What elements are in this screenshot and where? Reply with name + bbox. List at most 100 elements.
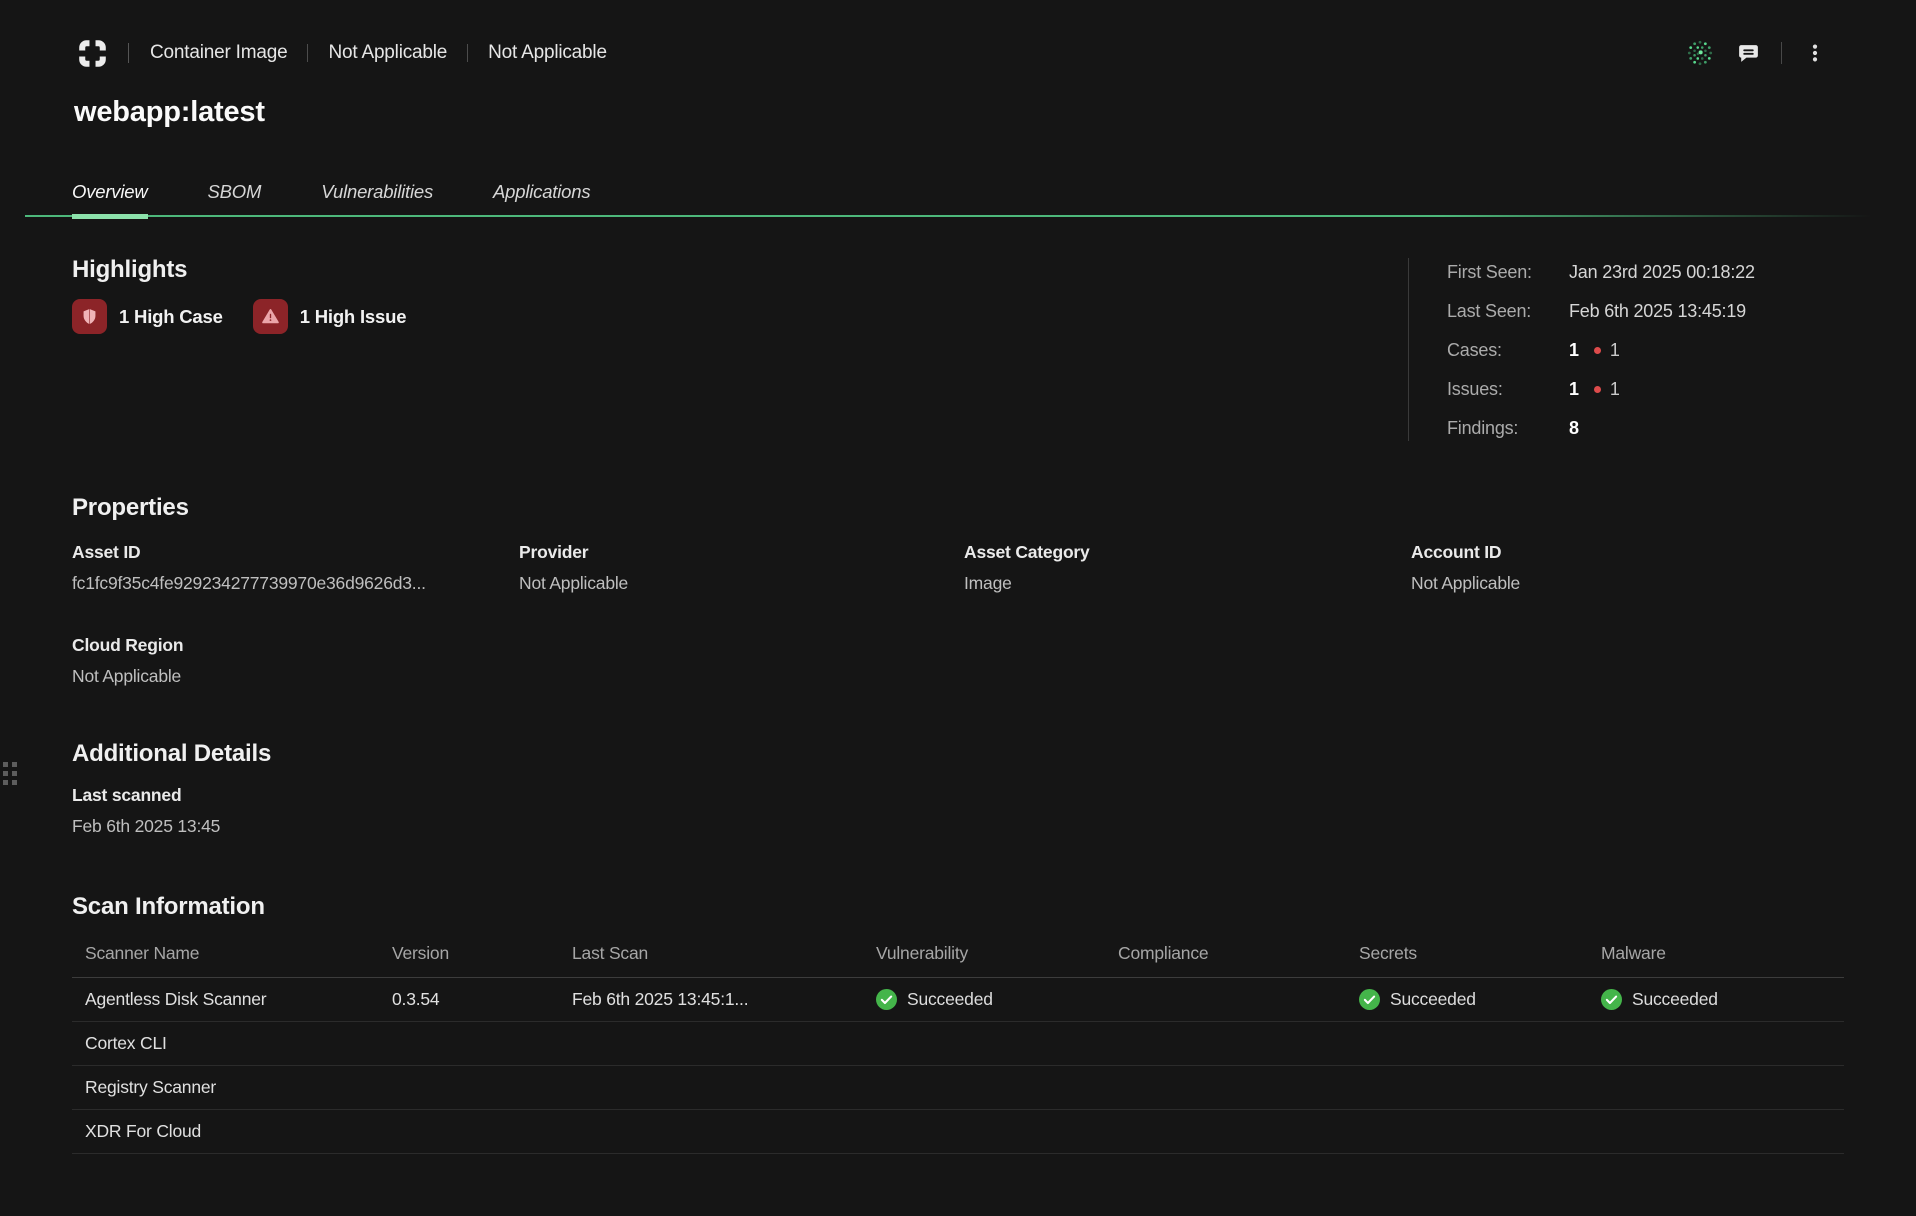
last-seen-row: Last Seen: Feb 6th 2025 13:45:19 bbox=[1447, 300, 1848, 322]
scan-information-heading: Scan Information bbox=[72, 893, 1844, 921]
table-row-agentless-disk-scanner: Agentless Disk Scanner 0.3.54 Feb 6th 20… bbox=[72, 978, 1844, 1022]
kebab-menu-icon[interactable] bbox=[1800, 38, 1830, 68]
col-version: Version bbox=[392, 934, 572, 977]
additional-details-section: Additional Details Last scanned Feb 6th … bbox=[72, 740, 271, 837]
field-value: Not Applicable bbox=[519, 573, 964, 594]
vulnerability-status-cell bbox=[876, 1033, 1118, 1055]
page-title: webapp:latest bbox=[74, 96, 265, 129]
panel-resize-grip[interactable] bbox=[3, 762, 17, 785]
field-label: Account ID bbox=[1411, 542, 1844, 563]
table-row-xdr-for-cloud: XDR For Cloud bbox=[72, 1110, 1844, 1154]
issues-label: Issues: bbox=[1447, 379, 1569, 400]
first-seen-row: First Seen: Jan 23rd 2025 00:18:22 bbox=[1447, 261, 1848, 283]
asset-summary-panel: First Seen: Jan 23rd 2025 00:18:22 Last … bbox=[1408, 258, 1848, 441]
version-cell bbox=[392, 1033, 572, 1055]
vulnerability-status-cell: Succeeded bbox=[876, 978, 1118, 1021]
property-asset-category: Asset Category Image bbox=[964, 542, 1411, 594]
vulnerability-status-cell bbox=[876, 1121, 1118, 1143]
col-secrets: Secrets bbox=[1359, 934, 1601, 977]
col-vulnerability: Vulnerability bbox=[876, 934, 1118, 977]
property-cloud-region: Cloud Region Not Applicable bbox=[72, 635, 519, 687]
scanner-name-cell: Agentless Disk Scanner bbox=[72, 978, 392, 1021]
property-provider: Provider Not Applicable bbox=[519, 542, 964, 594]
scan-table: Scanner Name Version Last Scan Vulnerabi… bbox=[72, 934, 1844, 1154]
scanner-name-cell: XDR For Cloud bbox=[72, 1110, 392, 1153]
table-row-registry-scanner: Registry Scanner bbox=[72, 1066, 1844, 1110]
last-seen-label: Last Seen: bbox=[1447, 301, 1569, 322]
issues-open-count: 1 bbox=[1610, 379, 1620, 400]
col-compliance: Compliance bbox=[1118, 934, 1359, 977]
status-text: Succeeded bbox=[907, 989, 993, 1010]
field-label: Asset ID bbox=[72, 542, 519, 563]
compliance-status-cell bbox=[1118, 1121, 1359, 1143]
highlights-badges: 1 High Case 1 High Issue bbox=[72, 299, 436, 334]
divider bbox=[467, 44, 468, 62]
col-scanner-name: Scanner Name bbox=[72, 934, 392, 977]
chat-icon[interactable] bbox=[1733, 38, 1763, 68]
properties-section: Properties Asset ID fc1fc9f35c4fe9292342… bbox=[72, 494, 1844, 687]
breadcrumb-item-3: Not Applicable bbox=[488, 42, 607, 64]
breadcrumb-asset-type: Container Image bbox=[150, 42, 287, 64]
col-malware: Malware bbox=[1601, 934, 1844, 977]
last-scanned-field: Last scanned Feb 6th 2025 13:45 bbox=[72, 785, 271, 837]
success-check-icon bbox=[1359, 989, 1380, 1010]
field-value: Not Applicable bbox=[72, 666, 519, 687]
field-value: Image bbox=[964, 573, 1411, 594]
tab-bar: Overview SBOM Vulnerabilities Applicatio… bbox=[72, 181, 650, 217]
secrets-status-cell bbox=[1359, 1077, 1601, 1099]
tab-overview[interactable]: Overview bbox=[72, 181, 148, 217]
highlights-section: Highlights 1 High Case 1 High Issue bbox=[72, 256, 436, 334]
cases-label: Cases: bbox=[1447, 340, 1569, 361]
last-scan-cell bbox=[572, 1033, 876, 1055]
tab-applications[interactable]: Applications bbox=[493, 181, 590, 217]
findings-total: 8 bbox=[1569, 418, 1579, 439]
findings-label: Findings: bbox=[1447, 418, 1569, 439]
high-issue-label: 1 High Issue bbox=[300, 306, 407, 328]
field-label: Cloud Region bbox=[72, 635, 519, 656]
malware-status-cell bbox=[1601, 1121, 1844, 1143]
property-asset-id: Asset ID fc1fc9f35c4fe929234277739970e36… bbox=[72, 542, 519, 594]
malware-status-cell bbox=[1601, 1077, 1844, 1099]
field-value: Not Applicable bbox=[1411, 573, 1844, 594]
field-label: Provider bbox=[519, 542, 964, 563]
high-issue-badge[interactable]: 1 High Issue bbox=[253, 299, 407, 334]
success-check-icon bbox=[1601, 989, 1622, 1010]
cases-total: 1 bbox=[1569, 340, 1579, 361]
additional-details-heading: Additional Details bbox=[72, 740, 271, 768]
secrets-status-cell bbox=[1359, 1121, 1601, 1143]
severity-dot-icon bbox=[1594, 386, 1601, 393]
first-seen-value: Jan 23rd 2025 00:18:22 bbox=[1569, 262, 1755, 283]
issues-total: 1 bbox=[1569, 379, 1579, 400]
ai-assistant-icon[interactable] bbox=[1685, 38, 1715, 68]
status-text: Succeeded bbox=[1390, 989, 1476, 1010]
compliance-status-cell bbox=[1118, 989, 1359, 1011]
version-cell bbox=[392, 1121, 572, 1143]
findings-row: Findings: 8 bbox=[1447, 417, 1848, 439]
last-seen-value: Feb 6th 2025 13:45:19 bbox=[1569, 301, 1746, 322]
last-scan-cell bbox=[572, 1077, 876, 1099]
version-cell: 0.3.54 bbox=[392, 978, 572, 1021]
scan-table-header: Scanner Name Version Last Scan Vulnerabi… bbox=[72, 934, 1844, 978]
first-seen-label: First Seen: bbox=[1447, 262, 1569, 283]
tab-sbom[interactable]: SBOM bbox=[208, 181, 262, 217]
malware-status-cell: Succeeded bbox=[1601, 978, 1844, 1021]
breadcrumb-item-2: Not Applicable bbox=[328, 42, 447, 64]
tab-vulnerabilities[interactable]: Vulnerabilities bbox=[321, 181, 433, 217]
asset-type-viewfinder-icon bbox=[77, 38, 107, 68]
tab-bar-underline bbox=[25, 215, 1890, 217]
field-label: Last scanned bbox=[72, 785, 271, 806]
top-bar: Container Image Not Applicable Not Appli… bbox=[77, 36, 1830, 70]
last-scan-cell bbox=[572, 1121, 876, 1143]
compliance-status-cell bbox=[1118, 1077, 1359, 1099]
version-cell bbox=[392, 1077, 572, 1099]
secrets-status-cell bbox=[1359, 1033, 1601, 1055]
divider bbox=[128, 43, 129, 63]
divider bbox=[1781, 42, 1782, 64]
case-shield-icon bbox=[72, 299, 107, 334]
high-case-badge[interactable]: 1 High Case bbox=[72, 299, 223, 334]
table-row-cortex-cli: Cortex CLI bbox=[72, 1022, 1844, 1066]
compliance-status-cell bbox=[1118, 1033, 1359, 1055]
properties-grid: Asset ID fc1fc9f35c4fe929234277739970e36… bbox=[72, 542, 1844, 687]
secrets-status-cell: Succeeded bbox=[1359, 978, 1601, 1021]
warning-triangle-icon bbox=[253, 299, 288, 334]
